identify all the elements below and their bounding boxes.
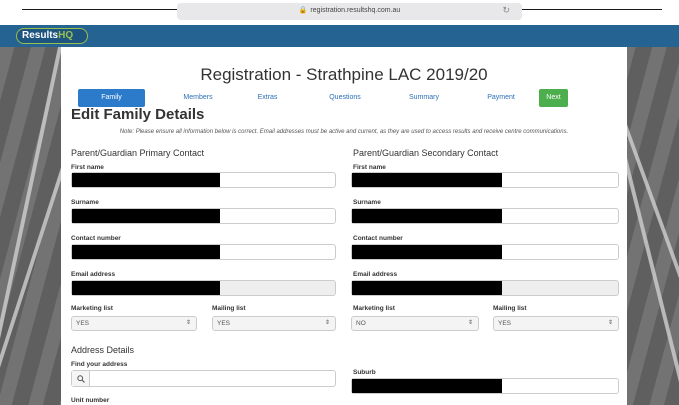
find-address-label: Find your address	[71, 361, 128, 368]
track-lane-line	[0, 47, 63, 405]
next-button[interactable]: Next	[539, 89, 568, 107]
tab-questions[interactable]: Questions	[309, 89, 381, 107]
secondary-mailing-label: Mailing list	[493, 305, 527, 312]
redacted-value	[72, 173, 220, 187]
reload-icon[interactable]: ↻	[502, 5, 510, 16]
primary-mailing-value: YES	[217, 320, 231, 327]
brand-header: ResultsHQ	[0, 25, 679, 47]
primary-email-label: Email address	[71, 271, 116, 278]
primary-surname-label: Surname	[71, 199, 99, 206]
redacted-value	[72, 209, 220, 223]
primary-marketing-select[interactable]: YES ⇕	[71, 316, 197, 331]
secondary-marketing-select[interactable]: NO ⇕	[351, 316, 479, 331]
secondary-email-label: Email address	[353, 271, 398, 278]
primary-surname-input[interactable]	[71, 208, 336, 224]
step-nav: Family Members Extras Questions Summary …	[77, 89, 607, 107]
tab-family[interactable]: Family	[78, 89, 145, 107]
logo-text-results: Results	[22, 30, 59, 41]
tab-summary[interactable]: Summary	[393, 89, 455, 107]
primary-contact-heading: Parent/Guardian Primary Contact	[71, 148, 205, 158]
select-caret-icon: ⇕	[324, 320, 330, 326]
lock-icon: 🔒	[298, 7, 308, 14]
primary-mailing-label: Mailing list	[212, 305, 246, 312]
primary-marketing-value: YES	[76, 320, 90, 327]
tab-payment[interactable]: Payment	[470, 89, 532, 107]
redacted-value	[72, 245, 220, 259]
primary-email-input[interactable]	[71, 280, 336, 296]
primary-contact-number-label: Contact number	[71, 235, 121, 242]
secondary-contact-number-label: Contact number	[353, 235, 403, 242]
resultshq-logo[interactable]: ResultsHQ	[16, 28, 88, 44]
secondary-mailing-select[interactable]: YES ⇕	[493, 316, 619, 331]
select-caret-icon: ⇕	[185, 320, 191, 326]
secondary-surname-label: Surname	[353, 199, 381, 206]
search-addon	[72, 371, 90, 386]
address-bar[interactable]: 🔒 registration.resultshq.com.au ↻	[177, 3, 522, 20]
unit-number-label: Unit number	[71, 397, 110, 404]
primary-first-name-input[interactable]	[71, 172, 336, 188]
primary-first-name-label: First name	[71, 164, 104, 171]
address-details-heading: Address Details	[71, 345, 135, 355]
url-value: registration.resultshq.com.au	[310, 7, 401, 14]
logo-text-hq: HQ	[58, 30, 74, 41]
secondary-contact-heading: Parent/Guardian Secondary Contact	[353, 148, 499, 158]
find-address-input[interactable]	[71, 370, 336, 387]
url-text: 🔒 registration.resultshq.com.au	[177, 6, 522, 14]
select-caret-icon: ⇕	[467, 320, 473, 326]
secondary-email-input[interactable]	[351, 280, 619, 296]
search-icon	[77, 375, 85, 383]
info-note: Note: Please ensure all information belo…	[119, 129, 569, 135]
section-title: Edit Family Details	[71, 106, 205, 123]
select-caret-icon: ⇕	[607, 320, 613, 326]
suburb-label: Suburb	[353, 369, 376, 376]
registration-card: Registration - Strathpine LAC 2019/20 Fa…	[61, 47, 627, 405]
secondary-mailing-value: YES	[498, 320, 512, 327]
tab-members[interactable]: Members	[165, 89, 231, 107]
redacted-value	[352, 245, 502, 259]
redacted-value	[352, 281, 502, 295]
tab-extras[interactable]: Extras	[240, 89, 295, 107]
secondary-first-name-input[interactable]	[351, 172, 619, 188]
suburb-input[interactable]	[351, 378, 619, 394]
page-title: Registration - Strathpine LAC 2019/20	[200, 65, 488, 84]
primary-mailing-select[interactable]: YES ⇕	[212, 316, 336, 331]
redacted-value	[352, 173, 502, 187]
redacted-value	[72, 281, 220, 295]
secondary-marketing-value: NO	[356, 320, 366, 327]
secondary-surname-input[interactable]	[351, 208, 619, 224]
secondary-first-name-label: First name	[353, 164, 386, 171]
primary-contact-number-input[interactable]	[71, 244, 336, 260]
primary-marketing-label: Marketing list	[71, 305, 113, 312]
browser-toolbar: 🔒 registration.resultshq.com.au ↻	[0, 0, 679, 25]
secondary-contact-number-input[interactable]	[351, 244, 619, 260]
secondary-marketing-label: Marketing list	[353, 305, 395, 312]
redacted-value	[352, 209, 502, 223]
redacted-value	[352, 379, 502, 393]
